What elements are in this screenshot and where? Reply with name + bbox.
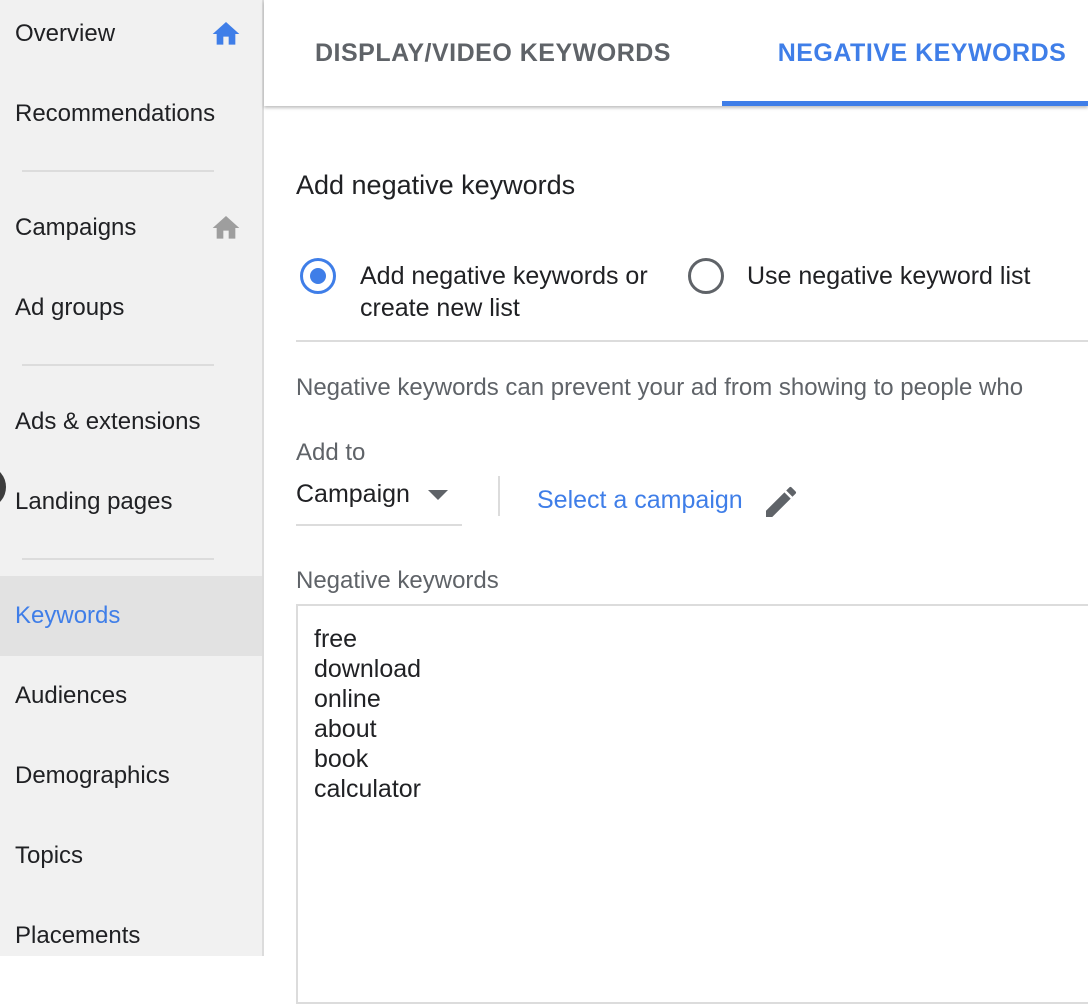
sidebar-item-label: Audiences	[15, 682, 128, 709]
sidebar-item-label: Keywords	[15, 602, 121, 629]
sidebar-item-label: Placements	[15, 922, 141, 949]
keyword-line: online	[314, 685, 381, 713]
sidebar-divider	[22, 558, 214, 560]
tab-negative-keywords[interactable]: NEGATIVE KEYWORDS	[722, 0, 1088, 106]
info-text: Negative keywords can prevent your ad fr…	[296, 374, 1024, 401]
sidebar-item-label: Demographics	[15, 762, 170, 789]
main-panel: Add negative keywords Add negative keywo…	[264, 106, 1088, 1004]
radio-checked-dot	[310, 268, 326, 284]
tab-display-video-keywords[interactable]: DISPLAY/VIDEO KEYWORDS	[264, 0, 722, 106]
tab-bar: DISPLAY/VIDEO KEYWORDS NEGATIVE KEYWORDS	[264, 0, 1088, 106]
keyword-line: about	[314, 715, 377, 743]
add-to-dropdown-value: Campaign	[296, 480, 410, 508]
radio-use-negative-keyword-list[interactable]	[688, 258, 724, 294]
radio-add-negative-keywords[interactable]	[300, 258, 336, 294]
sidebar-divider	[22, 364, 214, 366]
sidebar-divider	[22, 170, 214, 172]
sidebar-item-topics[interactable]: Topics	[0, 816, 262, 896]
add-to-dropdown[interactable]: Campaign	[296, 474, 462, 526]
sidebar-item-keywords[interactable]: Keywords	[0, 576, 262, 656]
negative-keywords-textarea[interactable]: free download online about book calculat…	[296, 604, 1088, 1004]
sidebar-item-label: Overview	[15, 20, 116, 47]
keyword-line: free	[314, 625, 358, 653]
radio-add-negative-keywords-label[interactable]: Add negative keywords or create new list	[360, 260, 680, 324]
sidebar-item-overview[interactable]: Overview	[0, 0, 262, 74]
sidebar-item-audiences[interactable]: Audiences	[0, 656, 262, 736]
home-icon	[212, 22, 240, 45]
sidebar-item-label: Recommendations	[15, 100, 216, 127]
pencil-icon[interactable]	[761, 482, 801, 522]
page-title: Add negative keywords	[296, 170, 576, 200]
sidebar-item-recommendations[interactable]: Recommendations	[0, 74, 262, 154]
sidebar-item-landing-pages[interactable]: Landing pages	[0, 462, 262, 542]
keyword-line: download	[314, 655, 422, 683]
sidebar-item-ads-extensions[interactable]: Ads & extensions	[0, 382, 262, 462]
select-campaign-link[interactable]: Select a campaign	[537, 486, 743, 515]
radio-use-negative-keyword-list-label[interactable]: Use negative keyword list	[747, 260, 1030, 292]
keyword-line: book	[314, 745, 369, 773]
sidebar-item-label: Topics	[15, 842, 84, 869]
vertical-separator	[498, 476, 500, 516]
negative-keywords-label: Negative keywords	[296, 567, 499, 594]
sidebar-item-label: Ad groups	[15, 294, 125, 321]
sidebar-item-placements[interactable]: Placements	[0, 896, 262, 976]
keyword-line: calculator	[314, 775, 421, 803]
section-divider	[296, 340, 1088, 342]
sidebar-item-ad-groups[interactable]: Ad groups	[0, 268, 262, 348]
sidebar-item-label: Campaigns	[15, 214, 137, 241]
add-to-label: Add to	[296, 439, 366, 466]
sidebar-item-label: Ads & extensions	[15, 408, 201, 435]
sidebar-item-campaigns[interactable]: Campaigns	[0, 188, 262, 268]
sidebar-item-demographics[interactable]: Demographics	[0, 736, 262, 816]
sidebar: Overview Recommendations Campaigns Ad gr…	[0, 0, 264, 956]
chevron-down-icon	[428, 490, 448, 500]
sidebar-item-label: Landing pages	[15, 488, 173, 515]
home-icon	[212, 216, 240, 239]
